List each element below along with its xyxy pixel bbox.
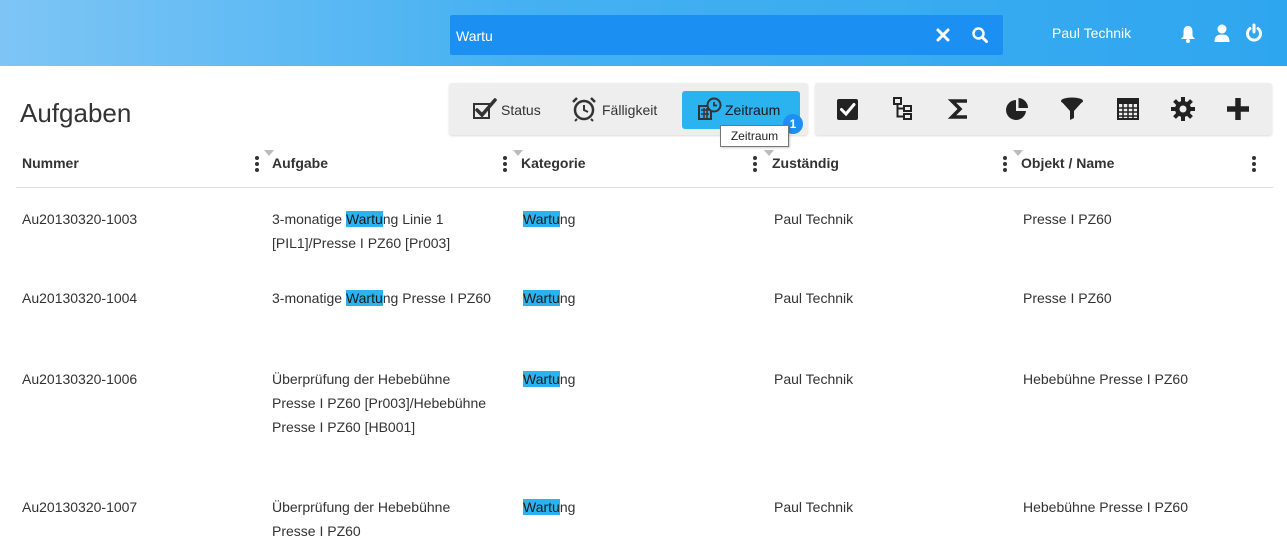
cell-category: Wartung xyxy=(523,495,743,519)
category-text: ng xyxy=(559,211,576,227)
sum-icon[interactable] xyxy=(947,96,973,122)
cell-task: Überprüfung der Hebebühne Presse I PZ60 … xyxy=(272,371,487,435)
cell-category: Wartung xyxy=(523,207,743,231)
cell-object: Hebebühne Presse I PZ60 xyxy=(1023,371,1188,387)
user-icon[interactable] xyxy=(1213,23,1231,43)
column-menu-icon[interactable] xyxy=(1251,155,1257,173)
search-highlight: Wartu xyxy=(345,290,383,306)
column-menu-icon[interactable] xyxy=(254,155,260,173)
tree-icon[interactable] xyxy=(891,96,917,122)
tool-bar xyxy=(815,83,1272,135)
cell-owner: Paul Technik xyxy=(774,211,854,227)
cell-category: Wartung xyxy=(523,286,743,310)
table-icon[interactable] xyxy=(1115,96,1141,122)
cell-number: Au20130320-1006 xyxy=(22,371,138,387)
alarm-clock-icon xyxy=(569,96,602,125)
clear-search-icon[interactable] xyxy=(934,26,952,44)
search-highlight: Wartu xyxy=(345,211,383,227)
search-box xyxy=(450,15,1003,55)
filter-icon[interactable] xyxy=(1059,96,1085,122)
cell-object: Presse I PZ60 xyxy=(1023,290,1112,306)
cell-task: 3-monatige Wartung Linie 1 [PIL1]/Presse… xyxy=(272,207,497,255)
header-divider xyxy=(16,187,1273,188)
bell-icon[interactable] xyxy=(1179,24,1197,44)
search-highlight: Wartu xyxy=(523,499,560,515)
status-filter-label: Status xyxy=(501,102,541,118)
range-filter-label: Zeitraum xyxy=(725,102,781,118)
gear-icon[interactable] xyxy=(1170,96,1196,122)
cell-owner: Paul Technik xyxy=(774,371,854,387)
power-icon[interactable] xyxy=(1244,23,1264,43)
cell-object: Hebebühne Presse I PZ60 xyxy=(1023,499,1188,515)
cell-task: Überprüfung der Hebebühne Presse I PZ60 xyxy=(272,499,451,538)
search-icon[interactable] xyxy=(971,26,989,44)
cell-number: Au20130320-1004 xyxy=(22,290,138,306)
pie-chart-icon[interactable] xyxy=(1004,96,1030,122)
cell-number: Au20130320-1007 xyxy=(22,499,138,515)
task-text: 3-monatige xyxy=(272,211,346,227)
task-text: ng Presse I PZ60 xyxy=(382,290,491,306)
task-text: 3-monatige xyxy=(272,290,346,306)
search-highlight: Wartu xyxy=(523,290,560,306)
search-highlight: Wartu xyxy=(523,371,560,387)
cell-owner: Paul Technik xyxy=(774,290,854,306)
cell-number: Au20130320-1003 xyxy=(22,211,138,227)
search-highlight: Wartu xyxy=(523,211,560,227)
calendar-clock-icon xyxy=(698,97,725,124)
search-input[interactable] xyxy=(456,26,916,46)
column-header-owner[interactable]: Zuständig xyxy=(772,155,839,171)
column-header-object[interactable]: Objekt / Name xyxy=(1021,155,1114,171)
plus-icon[interactable] xyxy=(1225,96,1251,122)
category-text: ng xyxy=(559,371,576,387)
checkbox-icon[interactable] xyxy=(835,96,861,122)
category-text: ng xyxy=(559,290,576,306)
column-menu-icon[interactable] xyxy=(1002,155,1008,173)
username[interactable]: Paul Technik xyxy=(1052,25,1131,41)
category-text: ng xyxy=(559,499,576,515)
tooltip: Zeitraum xyxy=(720,125,789,147)
due-filter-label: Fälligkeit xyxy=(602,102,658,118)
check-square-icon xyxy=(472,97,501,123)
page-title: Aufgaben xyxy=(20,98,132,128)
column-menu-icon[interactable] xyxy=(752,155,758,173)
cell-category: Wartung xyxy=(523,367,743,391)
column-header-number[interactable]: Nummer xyxy=(22,155,79,171)
cell-object: Presse I PZ60 xyxy=(1023,211,1112,227)
top-bar: Paul Technik xyxy=(0,0,1287,66)
cell-task: 3-monatige Wartung Presse I PZ60 xyxy=(272,286,497,310)
cell-owner: Paul Technik xyxy=(774,499,854,515)
due-filter-button[interactable]: Fälligkeit xyxy=(569,91,657,129)
column-header-task[interactable]: Aufgabe xyxy=(272,155,328,171)
column-header-category[interactable]: Kategorie xyxy=(521,155,586,171)
column-menu-icon[interactable] xyxy=(502,155,508,173)
status-filter-button[interactable]: Status xyxy=(472,91,541,129)
